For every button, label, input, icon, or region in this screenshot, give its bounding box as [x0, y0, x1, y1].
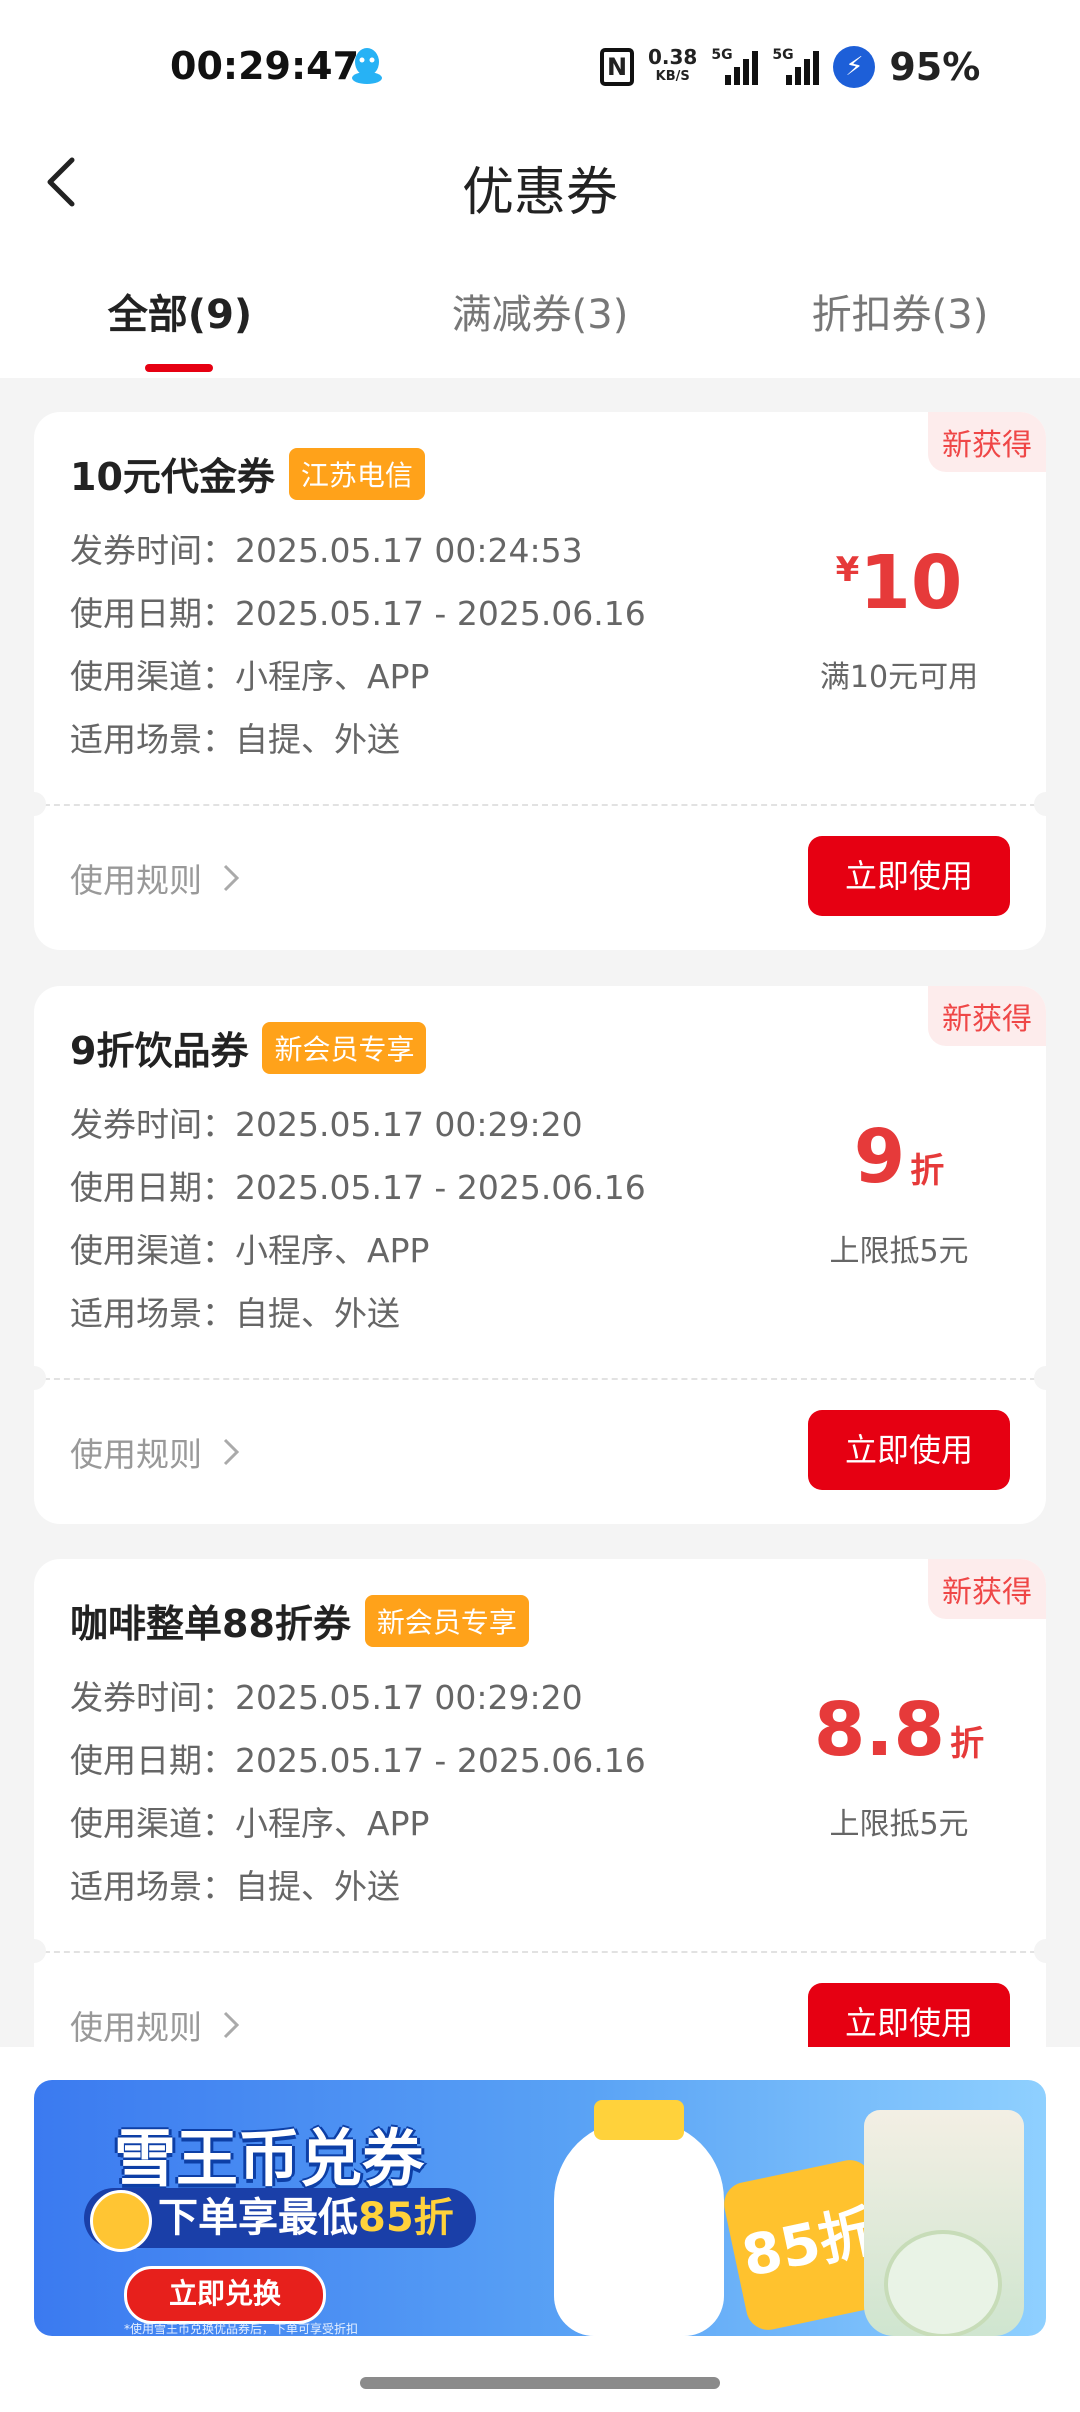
valid-date: 使用日期：2025.05.17 - 2025.06.16	[70, 594, 646, 633]
coupon-condition: 满10元可用	[819, 660, 979, 695]
chevron-right-icon	[223, 2011, 240, 2039]
signal-5g-1-icon: 5G	[711, 47, 759, 85]
coupon-tag: 江苏电信	[288, 447, 425, 500]
nfc-icon: N	[600, 48, 634, 86]
crown-coin-icon	[90, 2190, 152, 2252]
tab-indicator	[145, 364, 213, 372]
coupon-tag: 新会员专享	[262, 1021, 427, 1074]
coupon-card: 新获得 咖啡整单88折券 新会员专享 发券时间：2025.05.17 00:29…	[34, 1559, 1046, 2047]
status-bar: 00:29:47 N 0.38 KB/S 5G 5G ⚡ 95%	[0, 30, 1080, 110]
net-speed: 0.38 KB/S	[648, 45, 698, 84]
issue-time: 发券时间：2025.05.17 00:29:20	[70, 1678, 583, 1717]
use-now-button[interactable]: 立即使用	[808, 1410, 1010, 1490]
divider	[34, 1951, 1046, 1953]
coupon-tag: 新会员专享	[364, 1594, 529, 1647]
home-indicator[interactable]	[360, 2377, 720, 2389]
valid-date: 使用日期：2025.05.17 - 2025.06.16	[70, 1741, 646, 1780]
page-title: 优惠券	[461, 163, 618, 223]
scene: 适用场景：自提、外送	[70, 1294, 400, 1333]
usage-rules-link[interactable]: 使用规则	[70, 854, 240, 902]
battery-percent: 95%	[889, 45, 981, 89]
use-now-button[interactable]: 立即使用	[808, 836, 1010, 916]
tab-discount[interactable]: 折扣券(3)	[750, 282, 1050, 340]
channel: 使用渠道：小程序、APP	[70, 1231, 430, 1270]
new-badge: 新获得	[928, 412, 1046, 472]
chevron-right-icon	[223, 864, 240, 892]
usage-rules-link[interactable]: 使用规则	[70, 1428, 240, 1476]
promo-banner[interactable]: 雪王币兑券 下单享最低85折 立即兑换 *使用雪王币兑换优品券后，下单可享受折扣…	[34, 2080, 1046, 2336]
usage-rules-link[interactable]: 使用规则	[70, 2001, 240, 2047]
issue-time: 发券时间：2025.05.17 00:29:20	[70, 1105, 583, 1144]
mascot-badge-image	[884, 2230, 1002, 2336]
coupon-value: 8.8 折	[813, 1687, 985, 1773]
signal-5g-2-icon: 5G	[772, 47, 820, 85]
scene: 适用场景：自提、外送	[70, 1867, 400, 1906]
qq-icon	[352, 48, 382, 84]
divider	[34, 804, 1046, 806]
coupon-condition: 上限抵5元	[829, 1807, 969, 1842]
tab-all[interactable]: 全部(9)	[30, 282, 330, 340]
crown-icon	[594, 2100, 684, 2140]
coupon-title: 10元代金券 江苏电信	[70, 446, 425, 501]
new-badge: 新获得	[928, 1559, 1046, 1619]
coupon-card: 新获得 10元代金券 江苏电信 发券时间：2025.05.17 00:24:53…	[34, 412, 1046, 950]
chevron-right-icon	[223, 1438, 240, 1466]
channel: 使用渠道：小程序、APP	[70, 657, 430, 696]
coupon-title: 咖啡整单88折券 新会员专享	[70, 1593, 529, 1648]
coupon-value: ¥10	[835, 540, 963, 626]
channel: 使用渠道：小程序、APP	[70, 1804, 430, 1843]
use-now-button[interactable]: 立即使用	[808, 1983, 1010, 2047]
status-time: 00:29:47	[170, 44, 360, 88]
coupon-tabs: 全部(9) 满减券(3) 折扣券(3)	[0, 282, 1080, 372]
coupon-condition: 上限抵5元	[829, 1234, 969, 1269]
scene: 适用场景：自提、外送	[70, 720, 400, 759]
coupon-card: 新获得 9折饮品券 新会员专享 发券时间：2025.05.17 00:29:20…	[34, 986, 1046, 1524]
exchange-now-button[interactable]: 立即兑换	[124, 2266, 326, 2324]
banner-title: 雪王币兑券	[114, 2122, 425, 2195]
coupon-title: 9折饮品券 新会员专享	[70, 1020, 427, 1075]
battery-charging-icon: ⚡	[833, 46, 876, 88]
valid-date: 使用日期：2025.05.17 - 2025.06.16	[70, 1168, 646, 1207]
banner-note: *使用雪王币兑换优品券后，下单可享受折扣	[124, 2322, 359, 2336]
snow-king-mascot-image	[554, 2120, 724, 2336]
new-badge: 新获得	[928, 986, 1046, 1046]
coupon-value: 9 折	[853, 1114, 945, 1200]
issue-time: 发券时间：2025.05.17 00:24:53	[70, 531, 583, 570]
tab-full-reduction[interactable]: 满减券(3)	[390, 282, 690, 340]
status-icons: N 0.38 KB/S 5G 5G ⚡ 95%	[600, 42, 980, 92]
divider	[34, 1378, 1046, 1380]
